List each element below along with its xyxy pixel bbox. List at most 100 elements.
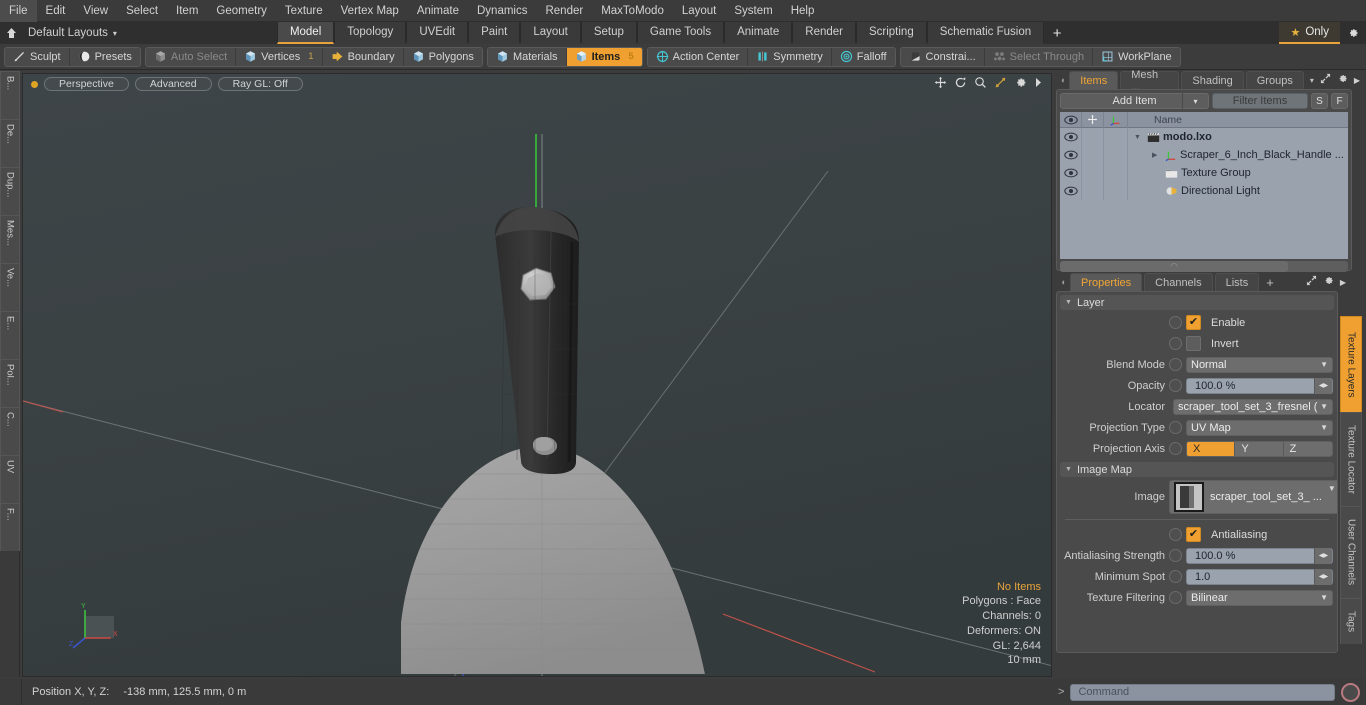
toolbar-button-polygons[interactable]: Polygons (403, 47, 482, 66)
checkbox-invert[interactable] (1186, 336, 1201, 351)
toolbar-button-symmetry[interactable]: Symmetry (748, 47, 832, 66)
layout-tab-setup[interactable]: Setup (580, 22, 637, 44)
section-header-image-map[interactable]: ▼ Image Map (1060, 462, 1334, 477)
row-visibility-eye-icon[interactable] (1060, 128, 1082, 146)
menu-item-help[interactable]: Help (782, 0, 824, 22)
menu-item-animate[interactable]: Animate (408, 0, 468, 22)
command-input[interactable]: Command (1070, 683, 1335, 701)
row-name-cell[interactable]: Directional Light (1128, 185, 1348, 197)
table-row[interactable]: Texture Group (1060, 164, 1348, 182)
gear-icon[interactable] (1337, 73, 1348, 87)
row-lock-cell[interactable] (1082, 128, 1104, 146)
left-toolbar-tab-2[interactable]: Dup... (0, 167, 20, 215)
expand-icon[interactable] (1320, 73, 1331, 87)
menu-item-vertex-map[interactable]: Vertex Map (332, 0, 408, 22)
tab-channels[interactable]: Channels (1144, 273, 1213, 291)
image-selector-image[interactable]: scraper_tool_set_3_ ... ▼ (1169, 480, 1337, 514)
layout-tab-schematic-fusion[interactable]: Schematic Fusion (926, 22, 1045, 44)
row-name-cell[interactable]: ▶ Scraper_6_Inch_Black_Handle ... (1128, 149, 1348, 161)
record-icon[interactable] (1341, 682, 1360, 702)
column-name-header[interactable]: Name (1128, 112, 1348, 128)
axis-button-z[interactable]: Z (1283, 441, 1332, 456)
add-item-button[interactable]: Add Item ▾ (1060, 93, 1209, 109)
viewport-shading-pill[interactable]: Advanced (134, 77, 212, 91)
toolbar-button-items[interactable]: Items 5 (566, 47, 642, 66)
expand-icon[interactable] (1306, 275, 1317, 289)
chevron-down-icon[interactable]: ▼ (1320, 593, 1328, 602)
dropdown-locator[interactable]: scraper_tool_set_3_fresnel ( ... ▼ (1173, 398, 1333, 415)
spinner-icon[interactable]: ◀▶ (1314, 547, 1332, 564)
menu-item-texture[interactable]: Texture (276, 0, 332, 22)
toolbar-button-auto-select[interactable]: Auto Select (145, 47, 237, 66)
property-knob-antialiasing-strength[interactable] (1169, 549, 1182, 562)
move-icon[interactable] (934, 76, 947, 91)
properties-panel-menu-dot-icon[interactable]: ◖ (1056, 273, 1070, 291)
filter-f-button[interactable]: F (1331, 93, 1348, 109)
table-row[interactable]: ▶ Scraper_6_Inch_Black_Handle ... (1060, 146, 1348, 164)
menu-item-edit[interactable]: Edit (37, 0, 75, 22)
tab-lists[interactable]: Lists (1214, 273, 1260, 291)
toolbar-button-materials[interactable]: Materials (487, 47, 567, 66)
menu-item-view[interactable]: View (74, 0, 117, 22)
tab-mesh-ops[interactable]: Mesh ... (1120, 69, 1180, 93)
tab-shading[interactable]: Shading (1181, 71, 1244, 89)
toolbar-button-boundary[interactable]: Boundary (322, 47, 404, 66)
property-knob-antialiasing[interactable] (1169, 528, 1182, 541)
layout-tab-layout[interactable]: Layout (520, 22, 581, 44)
left-toolbar-tab-9[interactable]: F... (0, 503, 20, 551)
layout-tab-uvedit[interactable]: UVEdit (406, 22, 469, 44)
zoom-icon[interactable] (974, 76, 987, 91)
left-toolbar-tab-5[interactable]: E... (0, 311, 20, 359)
layout-tab-render[interactable]: Render (792, 22, 856, 44)
tab-properties[interactable]: Properties (1070, 273, 1143, 291)
items-horizontal-scrollbar[interactable]: ◠ (1060, 261, 1348, 272)
right-vtab-user-channels[interactable]: User Channels (1340, 506, 1362, 598)
only-toggle[interactable]: ★ Only (1279, 22, 1340, 44)
row-axis-cell[interactable] (1104, 146, 1128, 164)
menu-item-system[interactable]: System (725, 0, 781, 22)
home-icon[interactable] (0, 22, 22, 44)
menu-item-item[interactable]: Item (167, 0, 207, 22)
toolbar-button-falloff[interactable]: Falloff (831, 47, 895, 66)
left-toolbar-tab-0[interactable]: B... (0, 71, 20, 119)
property-knob-projection-type[interactable] (1169, 421, 1182, 434)
filter-s-button[interactable]: S (1311, 93, 1328, 109)
viewport-projection-pill[interactable]: Perspective (44, 77, 129, 91)
dropdown-projection-type[interactable]: UV Map ▼ (1186, 419, 1333, 436)
axis-button-x[interactable]: X (1187, 441, 1236, 456)
layout-tab-topology[interactable]: Topology (334, 22, 407, 44)
layout-tab-model[interactable]: Model (276, 22, 335, 44)
layout-tab-animate[interactable]: Animate (724, 22, 793, 44)
spinner-icon[interactable]: ◀▶ (1314, 568, 1332, 585)
twirl-down-icon[interactable]: ▼ (1065, 299, 1072, 306)
left-toolbar-tab-7[interactable]: C... (0, 407, 20, 455)
column-axis-icon[interactable] (1104, 111, 1128, 128)
menu-item-select[interactable]: Select (117, 0, 167, 22)
section-header-layer[interactable]: ▼ Layer (1060, 295, 1334, 310)
default-layouts-dropdown[interactable]: Default Layouts ▾ (22, 22, 127, 44)
chevron-down-icon[interactable]: ▼ (1328, 484, 1336, 493)
property-knob-opacity[interactable] (1169, 379, 1182, 392)
left-toolbar-tab-3[interactable]: Mes... (0, 215, 20, 263)
column-visibility-eye-icon[interactable] (1060, 111, 1082, 128)
menu-item-layout[interactable]: Layout (673, 0, 726, 22)
menu-item-maxtomodo[interactable]: MaxToModo (592, 0, 673, 22)
row-visibility-eye-icon[interactable] (1060, 164, 1082, 182)
chevron-down-icon[interactable]: ▼ (1320, 402, 1328, 411)
row-axis-cell[interactable] (1104, 164, 1128, 182)
twirl-down-icon[interactable]: ▼ (1065, 466, 1072, 473)
menu-item-dynamics[interactable]: Dynamics (468, 0, 536, 22)
add-item-caret-icon[interactable]: ▾ (1182, 93, 1208, 109)
gear-icon[interactable] (1340, 22, 1366, 44)
add-properties-tab-button[interactable]: + (1261, 273, 1279, 291)
checkbox-antialiasing[interactable] (1186, 527, 1201, 542)
3d-viewport[interactable]: Perspective Advanced Ray GL: Off Y X Z N… (22, 73, 1052, 677)
row-axis-cell[interactable] (1104, 182, 1128, 200)
row-name-cell[interactable]: Texture Group (1128, 167, 1348, 179)
chevron-down-icon[interactable]: ▼ (1320, 423, 1328, 432)
layout-tab-paint[interactable]: Paint (468, 22, 521, 44)
menu-item-file[interactable]: File (0, 0, 37, 22)
arrow-right-icon[interactable]: ▶ (1340, 278, 1346, 287)
items-scrollbar-thumb[interactable]: ◠ (1060, 261, 1288, 272)
property-knob-projection-axis[interactable] (1169, 442, 1182, 455)
